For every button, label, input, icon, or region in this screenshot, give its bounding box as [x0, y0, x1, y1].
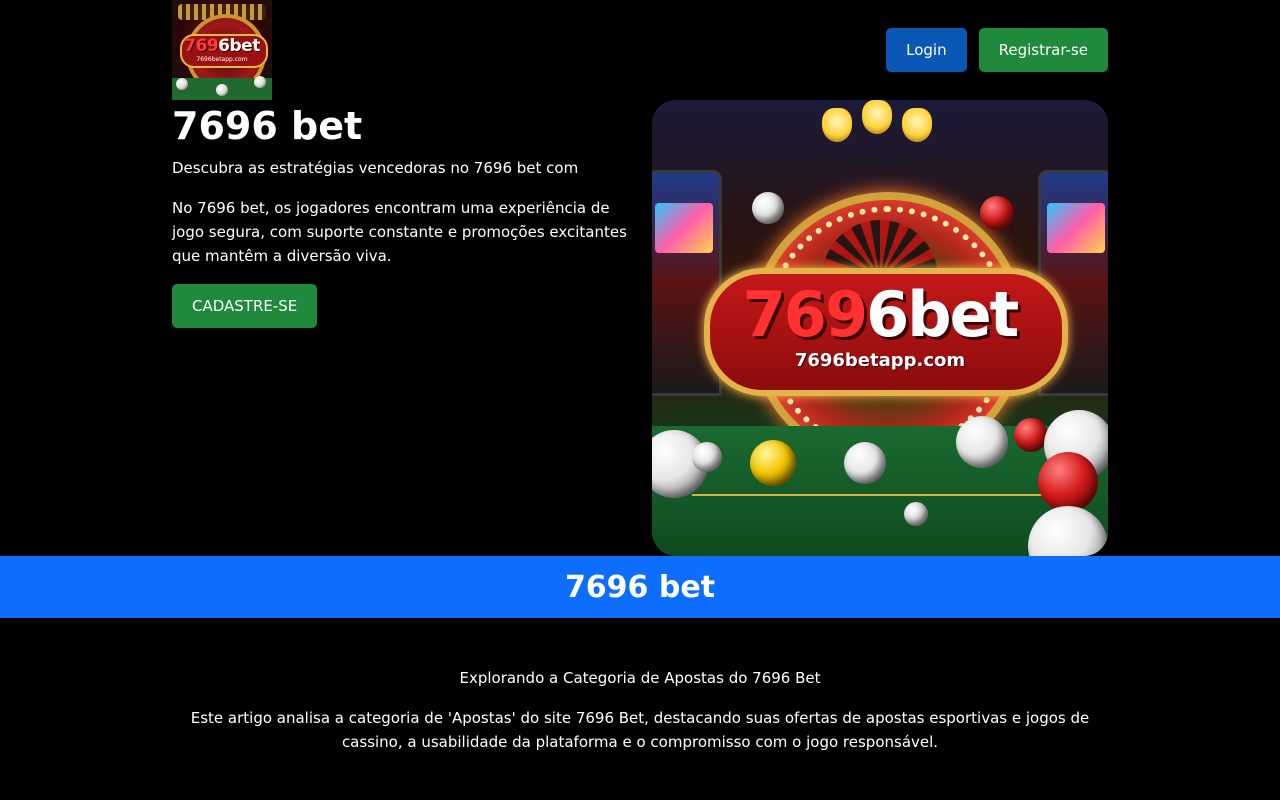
slot-machine-screen: [1047, 203, 1105, 253]
site-logo[interactable]: 7696bet 7696betapp.com: [172, 0, 272, 100]
article-text: Este artigo analisa a categoria de 'Apos…: [190, 709, 1090, 751]
cadastre-button[interactable]: CADASTRE-SE: [172, 284, 318, 328]
hero-image-brand-suffix: 6bet: [866, 278, 1019, 351]
soccer-ball-icon: [1038, 452, 1098, 512]
site-header: 7696bet 7696betapp.com Login Registrar-s…: [172, 0, 1108, 100]
logo-brand-prefix: 769: [184, 36, 219, 56]
soccer-ball-icon: [844, 442, 886, 484]
slot-machine-screen: [655, 203, 713, 253]
hero-image-brand-prefix: 769: [742, 278, 868, 351]
hero-subtitle: Descubra as estratégias vencedoras no 76…: [172, 159, 579, 177]
title-banner: 7696 bet: [0, 556, 1280, 618]
soccer-ball-icon: [176, 78, 188, 90]
soccer-ball-icon: [692, 442, 722, 472]
soccer-ball-icon: [1014, 418, 1048, 452]
banner-title: 7696 bet: [564, 569, 716, 605]
chandelier-bulb: [822, 108, 852, 142]
chandelier-bulb: [862, 100, 892, 134]
soccer-ball-icon: [980, 196, 1014, 230]
hero-image: 7696bet 7696betapp.com: [652, 100, 1108, 556]
register-button[interactable]: Registrar-se: [978, 28, 1108, 72]
chandelier-icon: [822, 100, 938, 148]
soccer-ball-icon: [750, 440, 796, 486]
hero-image-brand-text: 7696bet: [652, 278, 1108, 351]
logo-brand-text: 7696bet: [172, 36, 272, 56]
header-actions: Login Registrar-se: [886, 28, 1108, 72]
hero-content: 7696 bet Descubra as estratégias vencedo…: [172, 100, 632, 328]
soccer-ball-icon: [254, 76, 266, 88]
soccer-ball-icon: [956, 416, 1008, 468]
chandelier-bulb: [902, 108, 932, 142]
article-section: Explorando a Categoria de Apostas do 769…: [172, 618, 1108, 754]
page-container: 7696bet 7696betapp.com Login Registrar-s…: [172, 0, 1108, 556]
table-line: [692, 494, 1068, 496]
hero-description: No 7696 bet, os jogadores encontram uma …: [172, 199, 627, 265]
hero-image-url-text: 7696betapp.com: [794, 350, 966, 371]
article-heading: Explorando a Categoria de Apostas do 769…: [459, 669, 821, 687]
logo-brand-suffix: 6bet: [218, 36, 260, 56]
login-button[interactable]: Login: [886, 28, 967, 72]
page-title: 7696 bet: [172, 104, 363, 148]
logo-url-text: 7696betapp.com: [196, 56, 248, 63]
soccer-ball-icon: [216, 84, 228, 96]
hero-section: 7696 bet Descubra as estratégias vencedo…: [172, 100, 1108, 556]
pinball-icon: [904, 502, 928, 526]
soccer-ball-icon: [752, 192, 784, 224]
